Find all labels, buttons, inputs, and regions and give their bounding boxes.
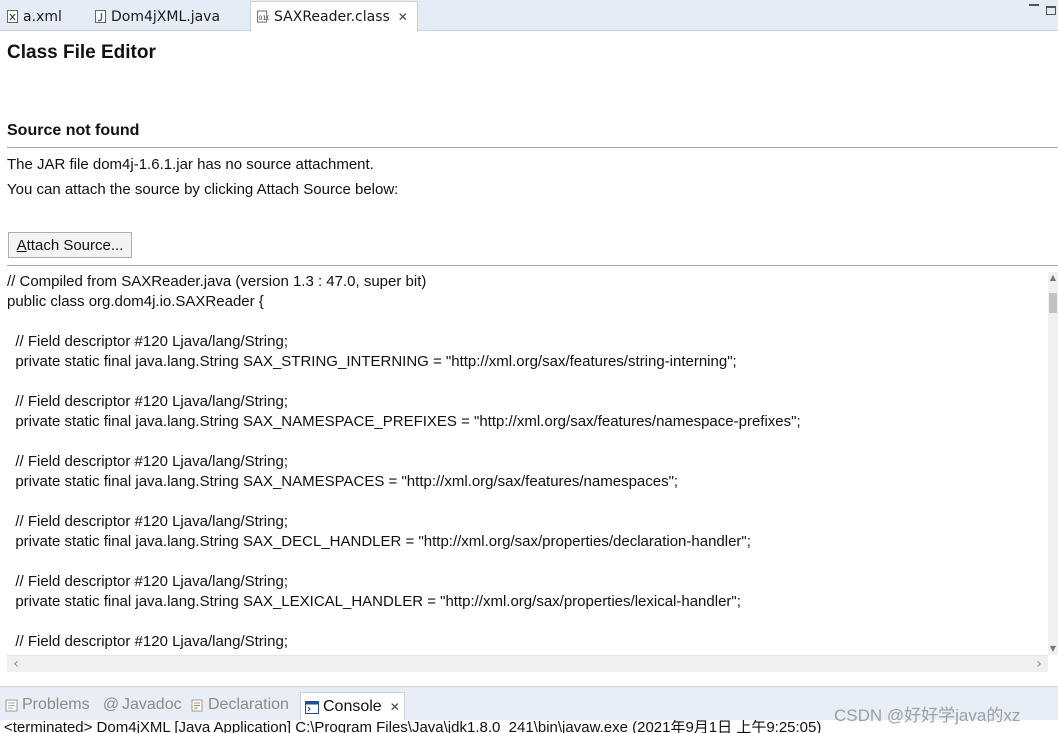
tab-saxreader-class[interactable]: 010 SAXReader.class ✕ <box>250 1 418 32</box>
code-line: private static final java.lang.String SA… <box>7 593 741 610</box>
code-line: // Field descriptor #120 Ljava/lang/Stri… <box>7 453 288 470</box>
console-icon <box>305 700 319 714</box>
code-line: private static final java.lang.String SA… <box>7 413 801 430</box>
vertical-scrollbar[interactable]: ▲ ▼ <box>1048 272 1058 655</box>
tab-label: Javadoc <box>122 696 182 713</box>
scroll-left-icon[interactable]: ‹ <box>9 656 23 672</box>
code-line: private static final java.lang.String SA… <box>7 533 751 550</box>
javadoc-icon: @ <box>102 696 120 713</box>
message-line-1: The JAR file dom4j-1.6.1.jar has no sour… <box>7 156 374 173</box>
code-line: // Field descriptor #120 Ljava/lang/Stri… <box>7 333 288 350</box>
tab-label: Declaration <box>208 696 289 713</box>
tab-problems[interactable]: Problems <box>4 693 90 717</box>
button-label: ttach Source... <box>26 236 124 254</box>
message-line-2: You can attach the source by clicking At… <box>7 181 399 198</box>
minimize-icon[interactable] <box>1029 4 1039 7</box>
code-line: public class org.dom4j.io.SAXReader { <box>7 293 264 310</box>
code-line: private static final java.lang.String SA… <box>7 473 679 490</box>
scroll-up-icon[interactable]: ▲ <box>1048 272 1058 284</box>
maximize-icon[interactable] <box>1046 6 1056 15</box>
tab-label: SAXReader.class <box>274 9 390 25</box>
code-line: // Field descriptor #120 Ljava/lang/Stri… <box>7 633 288 650</box>
tab-label: Console <box>323 698 382 715</box>
tab-a-xml[interactable]: a.xml <box>0 2 82 31</box>
editor-tab-bar: a.xml Dom4jXML.java 010 SAXReader.class … <box>0 0 1058 32</box>
scroll-down-icon[interactable]: ▼ <box>1048 643 1058 655</box>
horizontal-scrollbar[interactable]: ‹ › <box>7 655 1048 672</box>
watermark: CSDN @好好学java的xz <box>834 706 1021 725</box>
code-line: // Compiled from SAXReader.java (version… <box>7 273 427 290</box>
tab-label: a.xml <box>23 8 62 25</box>
xml-file-icon <box>6 10 18 24</box>
console-status-text: <terminated> Dom4jXML [Java Application]… <box>4 720 822 733</box>
tab-dom4jxml-java[interactable]: Dom4jXML.java <box>88 2 248 31</box>
declaration-icon <box>190 698 204 712</box>
code-line: // Field descriptor #120 Ljava/lang/Stri… <box>7 393 288 410</box>
code-line: private static final java.lang.String SA… <box>7 353 737 370</box>
code-line: // Field descriptor #120 Ljava/lang/Stri… <box>7 573 288 590</box>
code-divider <box>7 265 1058 266</box>
button-mnemonic: A <box>16 236 27 254</box>
java-file-icon <box>94 10 106 24</box>
code-line: // Field descriptor #120 Ljava/lang/Stri… <box>7 513 288 530</box>
scrollbar-thumb[interactable] <box>1049 293 1057 313</box>
tab-label: Problems <box>22 696 90 713</box>
attach-source-button[interactable]: Attach Source... <box>8 232 132 258</box>
section-title: Source not found <box>7 122 140 139</box>
svg-text:010: 010 <box>258 14 269 22</box>
scroll-right-icon[interactable]: › <box>1032 656 1046 672</box>
close-tab-icon[interactable]: ✕ <box>390 700 400 714</box>
tab-label: Dom4jXML.java <box>111 8 221 25</box>
bytecode-viewer[interactable]: // Compiled from SAXReader.java (version… <box>7 272 1048 655</box>
class-file-icon: 010 <box>257 10 269 24</box>
tab-console[interactable]: Console ✕ <box>300 692 405 721</box>
page-title: Class File Editor <box>7 42 156 63</box>
problems-icon <box>4 698 18 712</box>
section-divider <box>7 147 1058 148</box>
tab-javadoc[interactable]: @ Javadoc <box>102 693 182 717</box>
tab-declaration[interactable]: Declaration <box>190 693 289 717</box>
close-tab-icon[interactable]: ✕ <box>398 10 408 24</box>
